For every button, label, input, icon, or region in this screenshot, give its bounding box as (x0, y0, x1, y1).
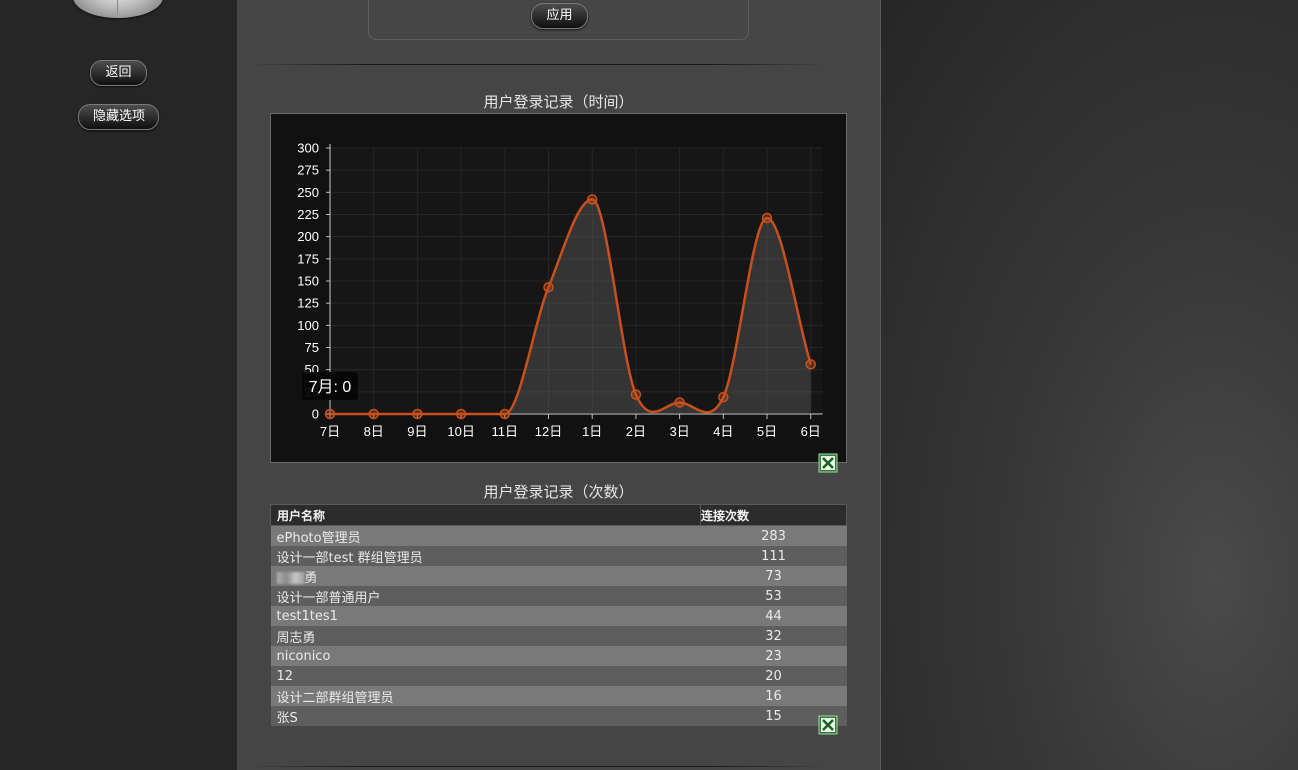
username-cell: 12 (270, 666, 701, 686)
data-point (761, 212, 773, 224)
table-row: 设计一部test 群组管理员 111 (270, 546, 847, 566)
x-tick-label: 11日 (492, 424, 519, 439)
table-row: 张S 15 (270, 706, 847, 726)
data-point (630, 389, 642, 400)
hide-options-button[interactable]: 隐藏选项 (78, 104, 159, 130)
username-text: 设计二部群组管理员 (276, 690, 394, 706)
data-point (499, 408, 511, 420)
x-tick-label: 6日 (801, 424, 821, 439)
y-tick-label: 175 (297, 251, 319, 266)
count-cell: 73 (700, 566, 847, 586)
data-point (543, 281, 554, 293)
username-text: 勇 (304, 570, 318, 586)
login-count-table: 用户名称 连接次数 ePhoto管理员 283 设计一部test 群组管理员 111 勇… (270, 504, 847, 726)
redacted-text (276, 572, 305, 584)
x-tick-label: 7日 (320, 424, 340, 439)
chart-canvas: 02550751001251501752002252502753007日8日9日… (297, 141, 823, 439)
data-point (455, 408, 467, 420)
username-cell: niconico (270, 646, 701, 666)
username-text: 设计一部test 群组管理员 (276, 550, 423, 566)
data-point (586, 194, 598, 205)
x-tick-label: 9日 (407, 424, 427, 439)
data-point (412, 408, 423, 420)
apply-button[interactable]: 应用 (531, 3, 588, 29)
y-tick-label: 150 (297, 274, 319, 289)
logo (73, 0, 163, 18)
username-text: test1tes1 (276, 608, 338, 624)
table-row: 设计二部群组管理员 16 (270, 686, 847, 706)
table-header: 用户名称 连接次数 (270, 504, 847, 526)
count-cell: 23 (700, 646, 847, 666)
count-cell: 44 (700, 606, 847, 626)
y-tick-label: 250 (297, 185, 319, 200)
y-tick-label: 225 (297, 207, 319, 222)
count-cell: 32 (700, 626, 847, 646)
table-row: 勇 73 (270, 566, 847, 586)
count-cell: 111 (700, 546, 847, 566)
username-cell: 张S (270, 706, 701, 726)
username-cell: 周志勇 (270, 626, 701, 646)
count-cell: 16 (700, 686, 847, 706)
x-tick-label: 3日 (669, 424, 689, 439)
column-header-count: 连接次数 (700, 504, 847, 526)
table-row: ePhoto管理员 283 (270, 525, 847, 546)
divider (247, 766, 827, 767)
count-cell: 53 (700, 586, 847, 606)
username-cell: 设计一部普通用户 (270, 586, 701, 606)
x-tick-label: 8日 (364, 424, 384, 439)
chart-title: 用户登录记录（时间） (483, 93, 634, 111)
excel-export-icon[interactable] (818, 715, 838, 735)
username-text: ePhoto管理员 (276, 530, 361, 546)
main-panel: 应用 用户登录记录（时间） 02550751001251501752002252… (237, 0, 880, 770)
username-text: 周志勇 (276, 630, 316, 646)
x-tick-label: 12日 (535, 424, 562, 439)
username-cell: ePhoto管理员 (270, 525, 701, 546)
filter-panel: 应用 (368, 0, 749, 40)
sidebar: 返回 隐藏选项 (0, 0, 237, 770)
username-cell: 勇 (270, 566, 701, 586)
y-tick-label: 300 (297, 141, 319, 156)
table-row: test1tes1 44 (270, 606, 847, 626)
username-text: 12 (276, 668, 294, 684)
data-point (368, 408, 379, 420)
column-header-username: 用户名称 (270, 504, 701, 526)
x-tick-label: 10日 (447, 424, 474, 439)
table-row: niconico 23 (270, 646, 847, 666)
data-point (718, 391, 729, 403)
username-text: 张S (276, 710, 298, 726)
y-tick-label: 75 (305, 340, 319, 355)
count-cell: 20 (700, 666, 847, 686)
count-cell: 283 (700, 525, 847, 546)
x-tick-label: 5日 (757, 424, 777, 439)
username-cell: 设计二部群组管理员 (270, 686, 701, 706)
login-time-chart: 02550751001251501752002252502753007日8日9日… (270, 113, 847, 463)
table-row: 周志勇 32 (270, 626, 847, 646)
back-button[interactable]: 返回 (90, 60, 147, 86)
y-tick-label: 125 (297, 296, 319, 311)
excel-export-icon[interactable] (818, 453, 838, 473)
username-cell: 设计一部test 群组管理员 (270, 546, 701, 566)
y-tick-label: 100 (297, 318, 319, 333)
table-row: 12 20 (270, 666, 847, 686)
data-point (805, 359, 816, 370)
x-tick-label: 4日 (713, 424, 733, 439)
y-tick-label: 0 (312, 407, 319, 422)
y-tick-label: 275 (297, 163, 319, 178)
x-tick-label: 1日 (582, 424, 602, 439)
table-title: 用户登录记录（次数） (483, 483, 634, 501)
data-point (674, 397, 685, 408)
table-row: 设计一部普通用户 53 (270, 586, 847, 606)
username-text: niconico (276, 648, 331, 664)
tooltip-text: 7月: 0 (309, 379, 352, 396)
divider (247, 64, 827, 65)
x-tick-label: 2日 (626, 424, 646, 439)
username-cell: test1tes1 (270, 606, 701, 626)
y-tick-label: 200 (297, 229, 319, 244)
data-point (324, 408, 336, 420)
username-text: 设计一部普通用户 (276, 590, 381, 606)
background (881, 0, 1298, 770)
